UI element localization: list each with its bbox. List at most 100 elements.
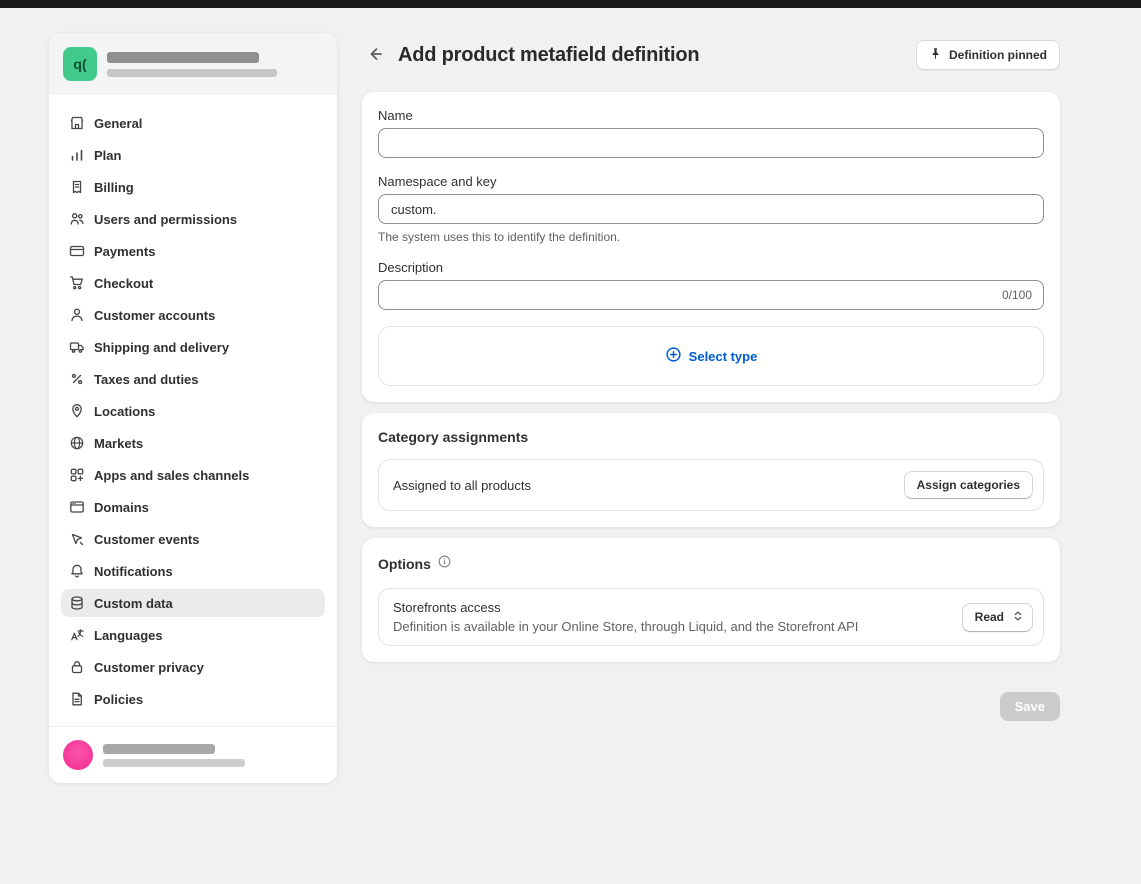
- select-type-button[interactable]: Select type: [665, 346, 758, 366]
- description-field: Description 0/100: [378, 260, 1044, 310]
- sidebar-item-label: Languages: [94, 628, 163, 643]
- sidebar-item-label: Custom data: [94, 596, 173, 611]
- pinned-button-label: Definition pinned: [949, 48, 1047, 62]
- name-input[interactable]: [378, 128, 1044, 158]
- user-avatar: [63, 740, 93, 770]
- users-icon: [69, 211, 85, 227]
- storefronts-access-text: Storefronts access Definition is availab…: [393, 600, 858, 634]
- chevron-updown-icon: [1012, 610, 1024, 625]
- namespace-input[interactable]: [378, 194, 1044, 224]
- billing-icon: [69, 179, 85, 195]
- category-assignment-box: Assigned to all products Assign categori…: [378, 459, 1044, 511]
- definition-form-card: Name Namespace and key The system uses t…: [362, 92, 1060, 402]
- percent-icon: [69, 371, 85, 387]
- namespace-helper-text: The system uses this to identify the def…: [378, 230, 1044, 244]
- assigned-to-text: Assigned to all products: [393, 478, 531, 493]
- plan-icon: [69, 147, 85, 163]
- sidebar-item-label: Shipping and delivery: [94, 340, 229, 355]
- truck-icon: [69, 339, 85, 355]
- user-email-redacted: [103, 759, 245, 767]
- cart-icon: [69, 275, 85, 291]
- sidebar-item-label: Customer privacy: [94, 660, 204, 675]
- sidebar-item-taxes-and-duties[interactable]: Taxes and duties: [61, 365, 325, 393]
- sidebar-item-label: Customer accounts: [94, 308, 215, 323]
- namespace-label: Namespace and key: [378, 174, 1044, 189]
- select-type-box: Select type: [378, 326, 1044, 386]
- info-icon[interactable]: [437, 554, 452, 574]
- sidebar-item-languages[interactable]: Languages: [61, 621, 325, 649]
- sidebar-item-markets[interactable]: Markets: [61, 429, 325, 457]
- user-name-redacted: [103, 744, 215, 754]
- sidebar-item-general[interactable]: General: [61, 109, 325, 137]
- storefronts-access-select[interactable]: Read: [962, 603, 1033, 632]
- sidebar-item-customer-events[interactable]: Customer events: [61, 525, 325, 553]
- sidebar-item-shipping-and-delivery[interactable]: Shipping and delivery: [61, 333, 325, 361]
- save-row: Save: [362, 692, 1060, 721]
- save-button[interactable]: Save: [1000, 692, 1060, 721]
- sidebar-item-billing[interactable]: Billing: [61, 173, 325, 201]
- sidebar-item-label: Customer events: [94, 532, 199, 547]
- user-identity: [103, 744, 245, 767]
- sidebar-item-label: Payments: [94, 244, 155, 259]
- category-assignments-card: Category assignments Assigned to all pro…: [362, 413, 1060, 527]
- sidebar-item-plan[interactable]: Plan: [61, 141, 325, 169]
- store-icon: [69, 115, 85, 131]
- store-email-redacted: [107, 69, 277, 77]
- store-header: q(: [49, 33, 337, 95]
- options-card: Options Storefronts access Definition is…: [362, 538, 1060, 662]
- store-name-redacted: [107, 52, 259, 63]
- assign-categories-button[interactable]: Assign categories: [904, 471, 1033, 499]
- sidebar-item-payments[interactable]: Payments: [61, 237, 325, 265]
- name-field: Name: [378, 108, 1044, 158]
- sidebar-item-apps-and-sales-channels[interactable]: Apps and sales channels: [61, 461, 325, 489]
- plus-circle-icon: [665, 346, 682, 366]
- storefronts-access-title: Storefronts access: [393, 600, 858, 615]
- sidebar-item-customer-accounts[interactable]: Customer accounts: [61, 301, 325, 329]
- sidebar-item-label: Notifications: [94, 564, 173, 579]
- namespace-field: Namespace and key The system uses this t…: [378, 174, 1044, 244]
- access-value: Read: [975, 610, 1004, 624]
- top-black-bar: [0, 0, 1141, 8]
- sidebar-item-domains[interactable]: Domains: [61, 493, 325, 521]
- translate-icon: [69, 627, 85, 643]
- page-title: Add product metafield definition: [398, 44, 699, 67]
- sidebar-item-label: Apps and sales channels: [94, 468, 249, 483]
- sidebar-item-custom-data[interactable]: Custom data: [61, 589, 325, 617]
- sidebar-item-label: Plan: [94, 148, 121, 163]
- sidebar-item-policies[interactable]: Policies: [61, 685, 325, 713]
- storefronts-access-box: Storefronts access Definition is availab…: [378, 588, 1044, 646]
- lock-icon: [69, 659, 85, 675]
- location-pin-icon: [69, 403, 85, 419]
- person-icon: [69, 307, 85, 323]
- sidebar-item-notifications[interactable]: Notifications: [61, 557, 325, 585]
- description-label: Description: [378, 260, 1044, 275]
- sidebar-item-label: Taxes and duties: [94, 372, 199, 387]
- sidebar-item-label: General: [94, 116, 142, 131]
- definition-pinned-button[interactable]: Definition pinned: [916, 40, 1060, 70]
- pin-icon: [929, 47, 942, 63]
- store-avatar: q(: [63, 47, 97, 81]
- bell-icon: [69, 563, 85, 579]
- storefronts-access-description: Definition is available in your Online S…: [393, 619, 858, 634]
- sidebar-item-checkout[interactable]: Checkout: [61, 269, 325, 297]
- apps-grid-icon: [69, 467, 85, 483]
- sidebar-user-section[interactable]: [49, 726, 337, 783]
- cursor-icon: [69, 531, 85, 547]
- options-title: Options: [378, 556, 431, 572]
- sidebar-item-users-and-permissions[interactable]: Users and permissions: [61, 205, 325, 233]
- back-button[interactable]: [362, 41, 390, 69]
- sidebar-item-label: Users and permissions: [94, 212, 237, 227]
- select-type-label: Select type: [689, 349, 758, 364]
- description-input[interactable]: [378, 280, 1044, 310]
- settings-nav: General Plan Billing Users and permissio…: [49, 95, 337, 713]
- globe-icon: [69, 435, 85, 451]
- store-identity: [107, 52, 277, 77]
- main-content: Add product metafield definition Definit…: [362, 40, 1060, 721]
- sidebar-item-customer-privacy[interactable]: Customer privacy: [61, 653, 325, 681]
- character-counter: 0/100: [1002, 288, 1032, 302]
- sidebar-item-locations[interactable]: Locations: [61, 397, 325, 425]
- settings-sidebar: q( General Plan Billing Users and permis…: [49, 33, 337, 783]
- sidebar-item-label: Locations: [94, 404, 155, 419]
- document-icon: [69, 691, 85, 707]
- database-icon: [69, 595, 85, 611]
